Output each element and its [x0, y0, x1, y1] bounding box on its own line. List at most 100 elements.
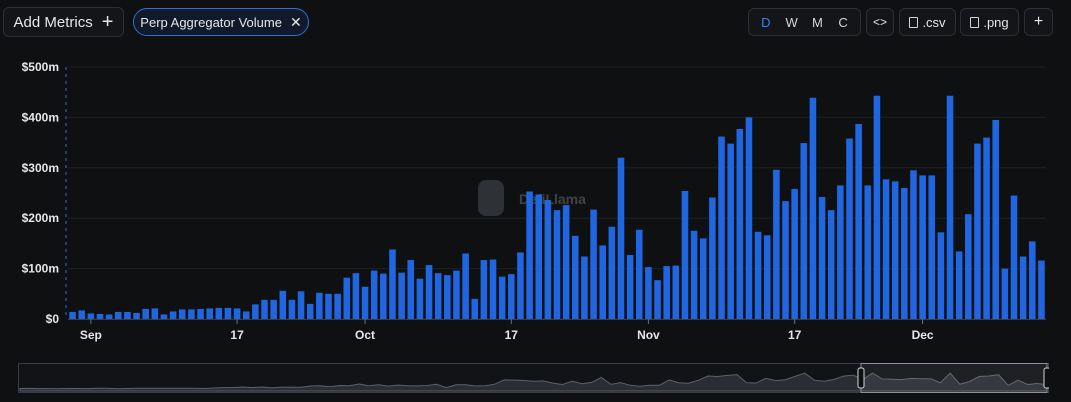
- bar[interactable]: [389, 249, 396, 319]
- period-monthly-button[interactable]: M: [805, 15, 830, 30]
- bar[interactable]: [398, 272, 405, 319]
- bar[interactable]: [197, 308, 204, 319]
- bar[interactable]: [672, 265, 680, 319]
- bar[interactable]: [937, 232, 945, 319]
- bar[interactable]: [992, 119, 1000, 319]
- navigator-handle-left[interactable]: [857, 367, 865, 389]
- bar[interactable]: [974, 143, 981, 319]
- download-png-button[interactable]: .png: [960, 8, 1019, 36]
- bar-series[interactable]: [69, 95, 1045, 320]
- bar[interactable]: [754, 231, 762, 319]
- bar[interactable]: [1001, 268, 1009, 319]
- bar[interactable]: [270, 299, 277, 319]
- bar[interactable]: [498, 276, 506, 319]
- bar[interactable]: [261, 299, 268, 319]
- bar[interactable]: [242, 311, 250, 319]
- bar[interactable]: [626, 254, 634, 319]
- bar[interactable]: [635, 229, 643, 319]
- bar[interactable]: [471, 298, 479, 319]
- bar[interactable]: [78, 310, 85, 319]
- bar[interactable]: [699, 238, 707, 319]
- bar[interactable]: [178, 309, 186, 319]
- navigator-selection[interactable]: [860, 363, 1048, 393]
- bar[interactable]: [873, 95, 881, 319]
- bar[interactable]: [160, 314, 168, 319]
- bar[interactable]: [608, 226, 616, 319]
- bar[interactable]: [1038, 260, 1045, 319]
- bar[interactable]: [617, 157, 625, 319]
- bar[interactable]: [928, 175, 936, 319]
- bar[interactable]: [434, 273, 442, 319]
- bar[interactable]: [334, 293, 341, 319]
- bar[interactable]: [709, 197, 716, 319]
- bar[interactable]: [462, 253, 469, 319]
- bar[interactable]: [763, 235, 771, 319]
- bar[interactable]: [361, 286, 369, 319]
- bar[interactable]: [233, 308, 241, 319]
- bar[interactable]: [919, 175, 926, 319]
- bar[interactable]: [316, 292, 323, 319]
- bar[interactable]: [718, 136, 725, 319]
- bar[interactable]: [508, 274, 515, 319]
- bar[interactable]: [169, 311, 177, 319]
- bar[interactable]: [544, 200, 552, 319]
- bar[interactable]: [306, 303, 314, 319]
- bar[interactable]: [279, 290, 287, 319]
- bar[interactable]: [965, 214, 972, 319]
- bar[interactable]: [745, 117, 753, 320]
- bar[interactable]: [343, 277, 351, 319]
- bar[interactable]: [571, 235, 579, 319]
- bar[interactable]: [946, 95, 954, 319]
- bar[interactable]: [105, 314, 113, 319]
- bar[interactable]: [983, 137, 990, 319]
- bar[interactable]: [480, 260, 488, 319]
- bar[interactable]: [69, 311, 76, 319]
- period-daily-button[interactable]: D: [753, 15, 778, 30]
- bar[interactable]: [773, 169, 780, 319]
- bar[interactable]: [553, 210, 561, 319]
- bar[interactable]: [252, 304, 259, 319]
- bar[interactable]: [837, 185, 844, 319]
- bar[interactable]: [425, 265, 433, 319]
- bar[interactable]: [782, 201, 789, 319]
- bar[interactable]: [124, 311, 131, 319]
- bar[interactable]: [800, 143, 808, 319]
- bar[interactable]: [407, 260, 415, 319]
- bar[interactable]: [690, 230, 698, 319]
- bar[interactable]: [444, 275, 451, 319]
- bar[interactable]: [114, 311, 122, 319]
- bar[interactable]: [599, 245, 606, 319]
- bar[interactable]: [489, 259, 497, 319]
- bar[interactable]: [517, 252, 524, 319]
- bar[interactable]: [526, 191, 533, 319]
- bar[interactable]: [188, 309, 195, 319]
- embed-button[interactable]: <>: [866, 8, 894, 36]
- bar[interactable]: [809, 97, 817, 319]
- bar[interactable]: [453, 270, 460, 319]
- bar[interactable]: [1010, 195, 1018, 319]
- bar[interactable]: [581, 256, 588, 320]
- bar[interactable]: [864, 185, 872, 319]
- bar[interactable]: [1019, 256, 1027, 320]
- bar[interactable]: [654, 280, 661, 319]
- bar[interactable]: [891, 181, 899, 319]
- bar[interactable]: [590, 209, 597, 319]
- bar[interactable]: [901, 187, 908, 319]
- bar[interactable]: [416, 278, 424, 319]
- range-navigator[interactable]: [18, 363, 1049, 393]
- bar[interactable]: [288, 299, 296, 319]
- period-weekly-button[interactable]: W: [779, 15, 804, 30]
- bar[interactable]: [325, 293, 332, 319]
- bar[interactable]: [727, 143, 734, 319]
- bar[interactable]: [736, 128, 744, 319]
- bar[interactable]: [681, 190, 689, 319]
- bar[interactable]: [827, 210, 835, 319]
- bar[interactable]: [133, 312, 140, 319]
- bar[interactable]: [151, 308, 159, 319]
- bar[interactable]: [910, 170, 917, 319]
- period-cumulative-button[interactable]: C: [831, 15, 856, 30]
- metric-chip[interactable]: Perp Aggregator Volume ✕: [133, 8, 309, 36]
- add-metrics-button[interactable]: Add Metrics +: [3, 7, 124, 37]
- bar[interactable]: [206, 308, 213, 319]
- bar[interactable]: [818, 197, 826, 319]
